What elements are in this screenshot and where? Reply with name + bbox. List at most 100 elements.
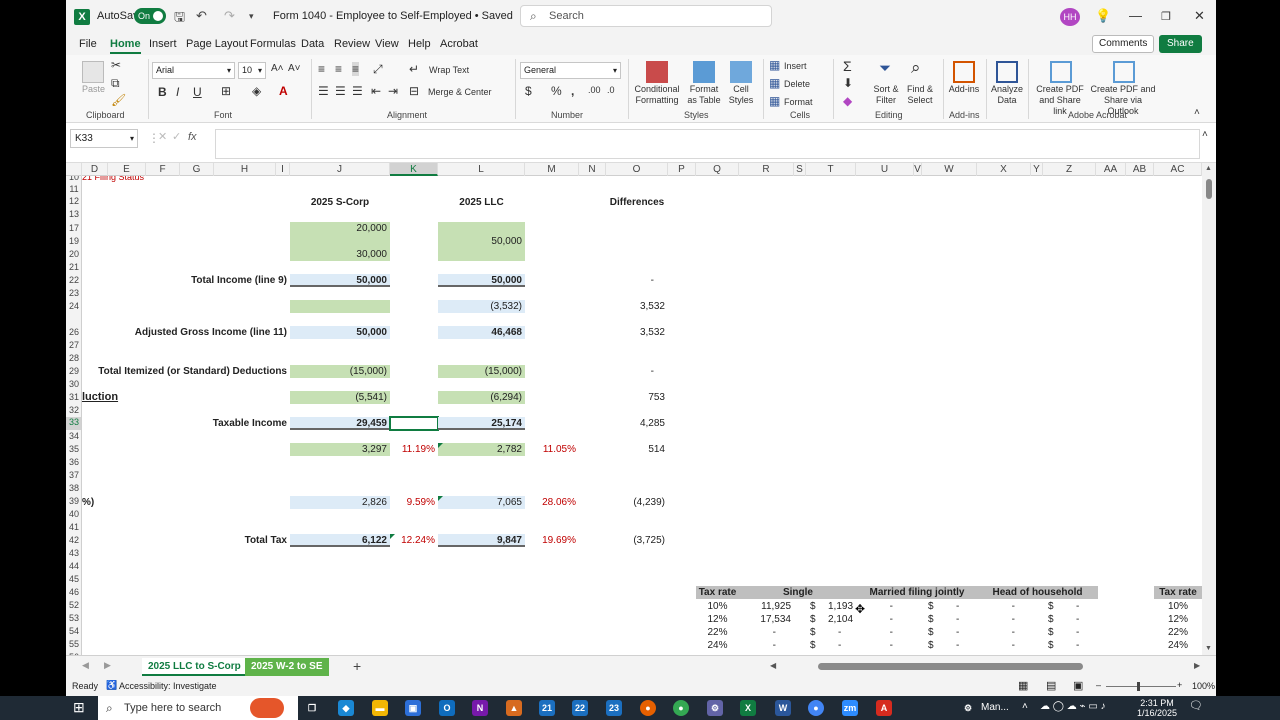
row-header[interactable]: 53 [66, 613, 81, 623]
comments-button[interactable]: Comments [1092, 35, 1155, 53]
table-cell-single-amount[interactable]: - [838, 626, 850, 639]
row-header[interactable]: 32 [66, 405, 81, 415]
cell-o24[interactable]: 3,532 [606, 300, 668, 313]
row-header[interactable]: 24 [66, 301, 81, 311]
row-header[interactable]: 46 [66, 587, 81, 597]
table-cell-dollar[interactable]: $ [810, 613, 822, 626]
cell-l26[interactable]: 46,468 [438, 326, 525, 339]
column-header[interactable]: X [977, 163, 1031, 176]
column-header[interactable]: W [922, 163, 977, 176]
zoom-in-icon[interactable]: + [1177, 680, 1182, 690]
table-cell-dollar[interactable]: $ [810, 600, 822, 613]
column-header[interactable]: AC [1154, 163, 1202, 176]
label-total-tax[interactable]: Total Tax [162, 534, 290, 547]
format-as-table-icon[interactable] [693, 61, 715, 83]
close-icon[interactable]: ✕ [1194, 8, 1205, 24]
cell-j42[interactable]: 6,122 [290, 534, 390, 547]
tab-formulas[interactable]: Formulas [250, 38, 296, 50]
row-header[interactable]: 35 [66, 444, 81, 454]
conditional-formatting-label[interactable]: Conditional Formatting [632, 84, 682, 106]
cell-partial-text[interactable]: 21 Filing Status [82, 176, 202, 184]
label-itemized-deductions[interactable]: Total Itemized (or Standard) Deductions [82, 365, 290, 378]
cell-l33[interactable]: 25,174 [438, 417, 525, 430]
column-header[interactable]: I [276, 163, 290, 176]
fill-icon[interactable]: ⬇ [843, 76, 853, 90]
header-scorp[interactable]: 2025 S-Corp [290, 196, 390, 209]
sort-filter-icon[interactable]: ⏷ [879, 60, 891, 77]
cell-l42[interactable]: 9,847 [438, 534, 525, 547]
cell-l19[interactable]: 50,000 [438, 235, 525, 248]
table-cell-dollar[interactable]: $ [1048, 639, 1060, 652]
cell-o29[interactable]: - [606, 365, 668, 378]
label-total-income[interactable]: Total Income (line 9) [162, 274, 290, 287]
font-name-dropdown[interactable]: Arial ▾ [152, 62, 235, 79]
cell-styles-icon[interactable] [730, 61, 752, 83]
onenote-icon[interactable]: N [472, 700, 488, 716]
cell-o31[interactable]: 753 [606, 391, 668, 404]
formula-input[interactable] [215, 129, 1200, 159]
cell-j22[interactable]: 50,000 [290, 274, 390, 287]
cell-l24[interactable]: (3,532) [438, 300, 525, 313]
table-cell-rate-2[interactable]: 22% [1154, 626, 1202, 639]
table-cell-mfj-amount[interactable]: - [956, 639, 968, 652]
borders-icon[interactable]: ⊞ [221, 84, 231, 98]
scroll-right-icon[interactable]: ▶ [1194, 661, 1200, 670]
scroll-up-icon[interactable]: ▲ [1205, 165, 1212, 172]
table-cell-rate[interactable]: 12% [696, 613, 739, 626]
cell-m39[interactable]: 28.06% [525, 496, 579, 509]
table-cell-hoh-amount[interactable]: - [1076, 639, 1088, 652]
increase-decimal-icon[interactable]: .00 [588, 85, 601, 95]
save-icon[interactable]: 🖫 [174, 8, 185, 30]
horizontal-scrollbar[interactable] [818, 663, 1188, 671]
table-header-single[interactable]: Single [739, 586, 857, 599]
cell-l17[interactable] [438, 222, 525, 235]
accounting-format-icon[interactable]: $ [525, 84, 532, 98]
zoom-out-icon[interactable]: – [1096, 680, 1101, 690]
find-select-label[interactable]: Find & Select [904, 84, 936, 106]
page-layout-view-icon[interactable]: ▤ [1046, 679, 1056, 692]
label-deduction-partial[interactable]: luction [82, 391, 142, 404]
tray-date[interactable]: 1/16/2025 [1137, 709, 1177, 718]
row-header[interactable]: 45 [66, 574, 81, 584]
bold-icon[interactable]: B [158, 85, 167, 99]
row-header[interactable]: 41 [66, 522, 81, 532]
cell-o39[interactable]: (4,239) [606, 496, 668, 509]
weather-widget-icon[interactable] [250, 698, 284, 718]
decrease-decimal-icon[interactable]: .0 [607, 85, 615, 95]
column-header[interactable]: U [856, 163, 914, 176]
label-taxable-income[interactable]: Taxable Income [162, 417, 290, 430]
cell-k42[interactable]: 12.24% [390, 534, 438, 547]
align-right-icon[interactable]: ☰ [352, 84, 363, 98]
enter-icon[interactable]: ✓ [172, 130, 181, 143]
search-box[interactable]: ⌕ Search [520, 5, 772, 27]
redo-icon[interactable]: ↷ [224, 8, 235, 24]
sheet-prev-icon[interactable]: ◀ [82, 660, 89, 671]
cell-j29[interactable]: (15,000) [290, 365, 390, 378]
row-header[interactable]: 40 [66, 509, 81, 519]
settings-app-icon[interactable]: ⚙ [707, 700, 723, 716]
minimize-icon[interactable]: — [1129, 8, 1142, 23]
cell-j17[interactable]: 20,000 [290, 222, 390, 235]
column-header[interactable]: F [146, 163, 180, 176]
font-color-icon[interactable]: A [279, 84, 288, 98]
cell-o42[interactable]: (3,725) [606, 534, 668, 547]
acrobat-icon[interactable]: A [876, 700, 892, 716]
select-all-corner[interactable] [66, 163, 82, 176]
table-cell-single-amount[interactable]: - [838, 639, 850, 652]
fill-color-icon[interactable]: ◈ [252, 84, 261, 98]
align-top-icon[interactable]: ≡ [318, 62, 325, 76]
tab-help[interactable]: Help [408, 38, 431, 50]
cell-j24[interactable] [290, 300, 390, 313]
row-header[interactable]: 44 [66, 561, 81, 571]
cell-l35[interactable]: 2,782 [438, 443, 525, 456]
align-left-icon[interactable]: ☰ [318, 84, 329, 98]
column-header[interactable]: T [806, 163, 856, 176]
format-cells-icon[interactable]: ▦ [769, 94, 780, 108]
analyze-data-label[interactable]: Analyze Data [990, 84, 1024, 106]
table-cell-mfj[interactable]: - [872, 600, 896, 613]
excel-taskbar-icon[interactable]: X [740, 700, 756, 716]
table-cell-hoh[interactable]: - [994, 639, 1018, 652]
zoom-slider-thumb[interactable] [1137, 682, 1140, 691]
table-cell-hoh-amount[interactable]: - [1076, 626, 1088, 639]
label-agi[interactable]: Adjusted Gross Income (line 11) [102, 326, 290, 339]
